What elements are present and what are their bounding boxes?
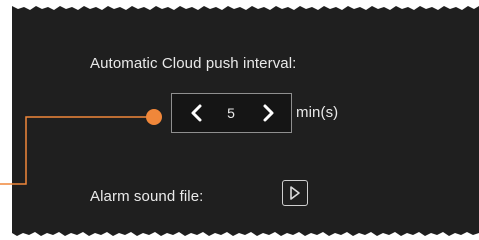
settings-panel: Automatic Cloud push interval: 5 min(s) … bbox=[12, 0, 479, 240]
play-icon bbox=[290, 186, 300, 200]
alarm-sound-file-label: Alarm sound file: bbox=[90, 188, 204, 205]
alarm-sound-play-button[interactable] bbox=[282, 180, 308, 206]
cloud-push-interval-label: Automatic Cloud push interval: bbox=[90, 55, 297, 72]
torn-edge-top bbox=[12, 0, 479, 10]
torn-edge-bottom bbox=[12, 232, 479, 240]
chevron-right-icon[interactable] bbox=[258, 103, 278, 123]
interval-value: 5 bbox=[227, 105, 235, 121]
interval-unit-label: min(s) bbox=[296, 104, 339, 121]
interval-stepper[interactable]: 5 bbox=[171, 93, 292, 133]
chevron-left-icon[interactable] bbox=[187, 103, 207, 123]
